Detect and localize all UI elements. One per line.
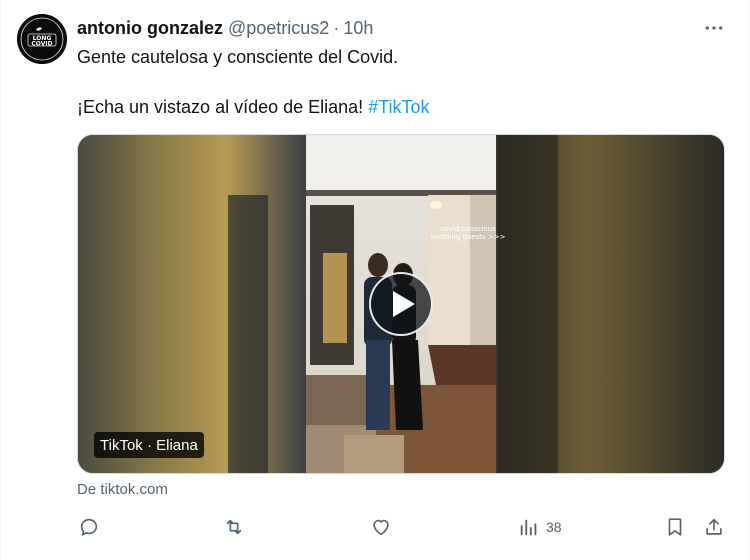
like-button[interactable] (370, 512, 392, 542)
tweet-text-line1: Gente cautelosa y consciente del Covid. (77, 47, 399, 67)
views-count: 38 (546, 519, 562, 535)
tweet-text-line2-body: ¡Echa un vistazo al vídeo de Eliana! (77, 97, 369, 117)
media-card[interactable]: covid conscious wedding guests >>> TikTo… (77, 134, 725, 474)
more-icon (705, 26, 723, 30)
media-source-badge: TikTok · Eliana (94, 432, 204, 458)
play-button[interactable] (369, 272, 433, 336)
video-caption-line2: wedding guests >>> (430, 233, 506, 241)
retweet-button[interactable] (223, 512, 245, 542)
tweet[interactable]: LONG COVID antonio gonzalez @poetricus2 … (0, 0, 750, 560)
views-icon (520, 519, 537, 536)
bookmark-icon (668, 518, 682, 536)
views-button[interactable]: 38 (518, 512, 562, 542)
share-icon (706, 518, 722, 535)
tweet-time[interactable]: 10h (343, 18, 373, 39)
avatar[interactable]: LONG COVID (17, 14, 67, 64)
tweet-header: antonio gonzalez @poetricus2 · 10h (77, 16, 373, 40)
like-icon (373, 519, 389, 536)
bookmark-button[interactable] (664, 512, 686, 542)
action-bar: 38 (1, 512, 750, 542)
retweet-icon (226, 519, 242, 535)
video-caption-overlay: covid conscious wedding guests >>> (418, 225, 518, 241)
author-name[interactable]: antonio gonzalez (77, 18, 223, 39)
author-handle[interactable]: @poetricus2 (228, 18, 329, 39)
hashtag-link[interactable]: #TikTok (368, 97, 429, 117)
share-button[interactable] (703, 512, 725, 542)
header-separator: · (333, 17, 340, 38)
link-source[interactable]: De tiktok.com (77, 481, 168, 498)
tweet-text-line2: ¡Echa un vistazo al vídeo de Eliana! #Ti… (77, 95, 430, 119)
more-button[interactable] (701, 17, 727, 39)
reply-button[interactable] (78, 512, 100, 542)
video-caption-line1: covid conscious (440, 225, 496, 233)
reply-icon (80, 518, 98, 536)
play-icon (392, 291, 415, 317)
avatar-text-bottom: COVID (31, 41, 52, 48)
long-covid-logo: LONG COVID (17, 14, 67, 64)
